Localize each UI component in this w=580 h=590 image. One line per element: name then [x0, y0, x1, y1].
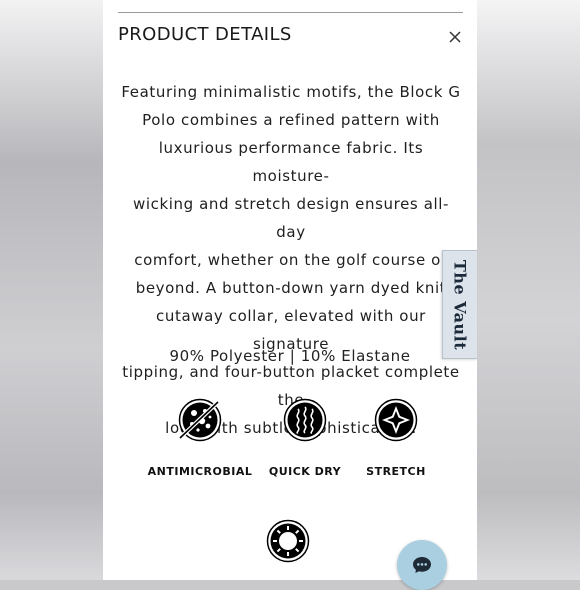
background-right [477, 0, 580, 580]
feature-antimicrobial: ANTIMICROBIAL [145, 398, 255, 478]
description-line: comfort, whether on the golf course or [134, 251, 448, 269]
fabric-composition: 90% Polyester | 10% Elastane [169, 347, 411, 365]
close-button[interactable] [447, 29, 463, 45]
quick-dry-icon [283, 398, 327, 442]
feature-stretch: STRETCH [341, 398, 451, 478]
description-line: beyond. A button-down yarn dyed knit [135, 279, 447, 297]
stretch-icon [374, 398, 418, 442]
description-line: Featuring minimalistic motifs, the Block… [121, 83, 461, 101]
product-description: Featuring minimalistic motifs, the Block… [119, 78, 463, 442]
feature-label: STRETCH [366, 465, 426, 478]
antimicrobial-icon [178, 398, 222, 442]
uv-protection-icon [266, 519, 310, 563]
feature-label: ANTIMICROBIAL [147, 465, 253, 478]
the-vault-label: The Vault [450, 259, 470, 350]
description-line: Polo combines a refined pattern with [142, 111, 440, 129]
chat-button[interactable] [397, 540, 447, 590]
description-line: wicking and stretch design ensures all-d… [132, 195, 450, 241]
background-left [0, 0, 103, 580]
the-vault-tab[interactable]: The Vault [442, 250, 477, 359]
close-icon [449, 31, 461, 43]
panel-title: PRODUCT DETAILS [118, 24, 292, 45]
product-details-panel: PRODUCT DETAILS Featuring minimalistic m… [103, 0, 477, 580]
divider [118, 12, 463, 13]
chat-icon [413, 557, 431, 573]
description-line: luxurious performance fabric. Its moistu… [158, 139, 424, 185]
